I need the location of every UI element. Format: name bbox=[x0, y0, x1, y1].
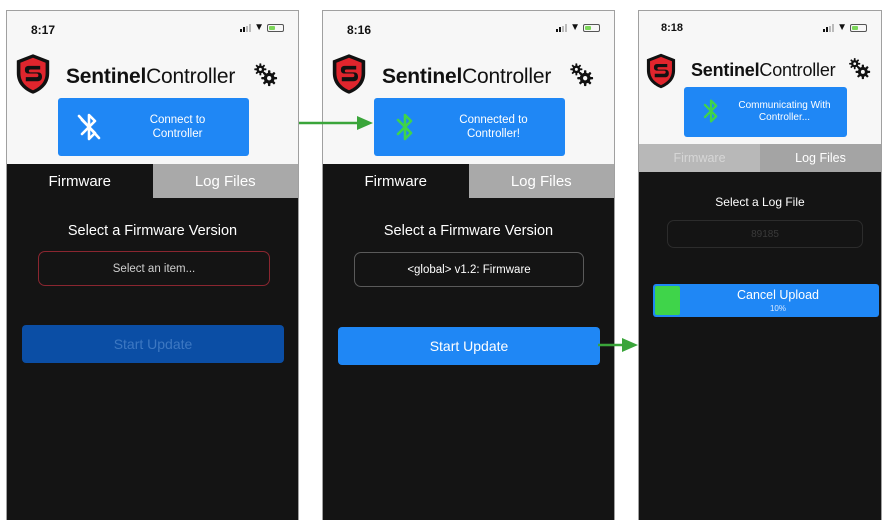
wifi-icon: ▼ bbox=[837, 22, 847, 33]
log-file-select[interactable]: 89185 bbox=[667, 220, 863, 248]
connection-status-line2: Controller! bbox=[466, 128, 521, 140]
screen-3: 8:18 ▼ SentinelController Communicating … bbox=[638, 10, 882, 520]
connect-controller-button[interactable]: Connect to Controller bbox=[58, 98, 249, 156]
wifi-icon: ▼ bbox=[570, 22, 580, 33]
sentinel-logo-icon bbox=[645, 53, 677, 89]
connect-controller-button[interactable]: Communicating With Controller... bbox=[684, 87, 847, 137]
gear-icon[interactable] bbox=[847, 56, 871, 80]
tab-firmware[interactable]: Firmware bbox=[323, 164, 469, 198]
arrow-right-icon bbox=[299, 116, 373, 130]
cancel-upload-button[interactable]: Cancel Upload 10% bbox=[653, 284, 879, 317]
start-update-button[interactable]: Start Update bbox=[338, 327, 600, 365]
upload-percent: 10% bbox=[769, 304, 786, 313]
connection-status-line2: Controller... bbox=[758, 112, 811, 123]
sentinel-logo-icon bbox=[331, 53, 367, 95]
app-title: SentinelController bbox=[66, 65, 236, 88]
connection-status-line1: Connected to bbox=[459, 114, 528, 126]
app-header-area: 8:16 ▼ SentinelController Connected to Co… bbox=[323, 11, 614, 164]
cancel-upload-label: Cancel Upload bbox=[737, 288, 819, 302]
screen-2: 8:16 ▼ SentinelController Connected to Co… bbox=[322, 10, 615, 520]
select-log-file-label: Select a Log File bbox=[715, 195, 805, 209]
tab-bar: Firmware Log Files bbox=[639, 144, 881, 172]
signal-icon bbox=[823, 24, 835, 32]
firmware-version-select[interactable]: <global> v1.2: Firmware bbox=[354, 252, 584, 287]
battery-icon bbox=[850, 24, 867, 32]
app-header-area: 8:18 ▼ SentinelController Communicating … bbox=[639, 11, 881, 144]
tab-firmware[interactable]: Firmware bbox=[639, 144, 760, 172]
bluetooth-icon bbox=[77, 111, 101, 143]
app-header: SentinelController bbox=[7, 53, 298, 97]
signal-icon bbox=[556, 24, 568, 32]
screen-1: 8:17 ▼ SentinelController Connect to Cont… bbox=[6, 10, 299, 520]
tab-log-files[interactable]: Log Files bbox=[468, 164, 614, 198]
tab-log-files[interactable]: Log Files bbox=[760, 144, 881, 172]
arrow-right-icon bbox=[598, 338, 638, 352]
connection-status-line2: Controller bbox=[152, 128, 203, 140]
tab-log-files[interactable]: Log Files bbox=[152, 164, 298, 198]
start-update-button[interactable]: Start Update bbox=[22, 325, 284, 363]
tab-bar: Firmware Log Files bbox=[7, 164, 298, 198]
app-title: SentinelController bbox=[382, 65, 552, 88]
status-time: 8:18 bbox=[661, 22, 684, 34]
gear-icon[interactable] bbox=[568, 61, 594, 87]
status-bar: 8:16 ▼ bbox=[323, 11, 614, 41]
firmware-version-select[interactable]: Select an item... bbox=[38, 251, 270, 286]
app-header: SentinelController bbox=[323, 53, 614, 97]
battery-icon bbox=[583, 24, 600, 32]
wifi-icon: ▼ bbox=[254, 22, 264, 33]
connect-controller-button[interactable]: Connected to Controller! bbox=[374, 98, 565, 156]
gear-icon[interactable] bbox=[252, 61, 278, 87]
status-time: 8:17 bbox=[31, 23, 56, 37]
select-firmware-label: Select a Firmware Version bbox=[383, 223, 554, 239]
status-bar: 8:17 ▼ bbox=[7, 11, 298, 41]
connection-status-line1: Connect to bbox=[149, 114, 206, 126]
app-title: SentinelController bbox=[691, 60, 836, 80]
status-time: 8:16 bbox=[347, 23, 372, 37]
signal-icon bbox=[240, 24, 252, 32]
battery-icon bbox=[267, 24, 284, 32]
tab-bar: Firmware Log Files bbox=[323, 164, 614, 198]
bluetooth-icon bbox=[698, 97, 724, 125]
sentinel-logo-icon bbox=[15, 53, 51, 95]
status-bar: 8:18 ▼ bbox=[639, 11, 881, 41]
app-header-area: 8:17 ▼ SentinelController Connect to Cont… bbox=[7, 11, 298, 164]
upload-progress-fill bbox=[655, 286, 680, 315]
select-firmware-label: Select a Firmware Version bbox=[67, 223, 238, 239]
connection-status-line1: Communicating With bbox=[738, 100, 831, 111]
bluetooth-icon bbox=[390, 111, 420, 143]
tab-firmware[interactable]: Firmware bbox=[7, 164, 153, 198]
